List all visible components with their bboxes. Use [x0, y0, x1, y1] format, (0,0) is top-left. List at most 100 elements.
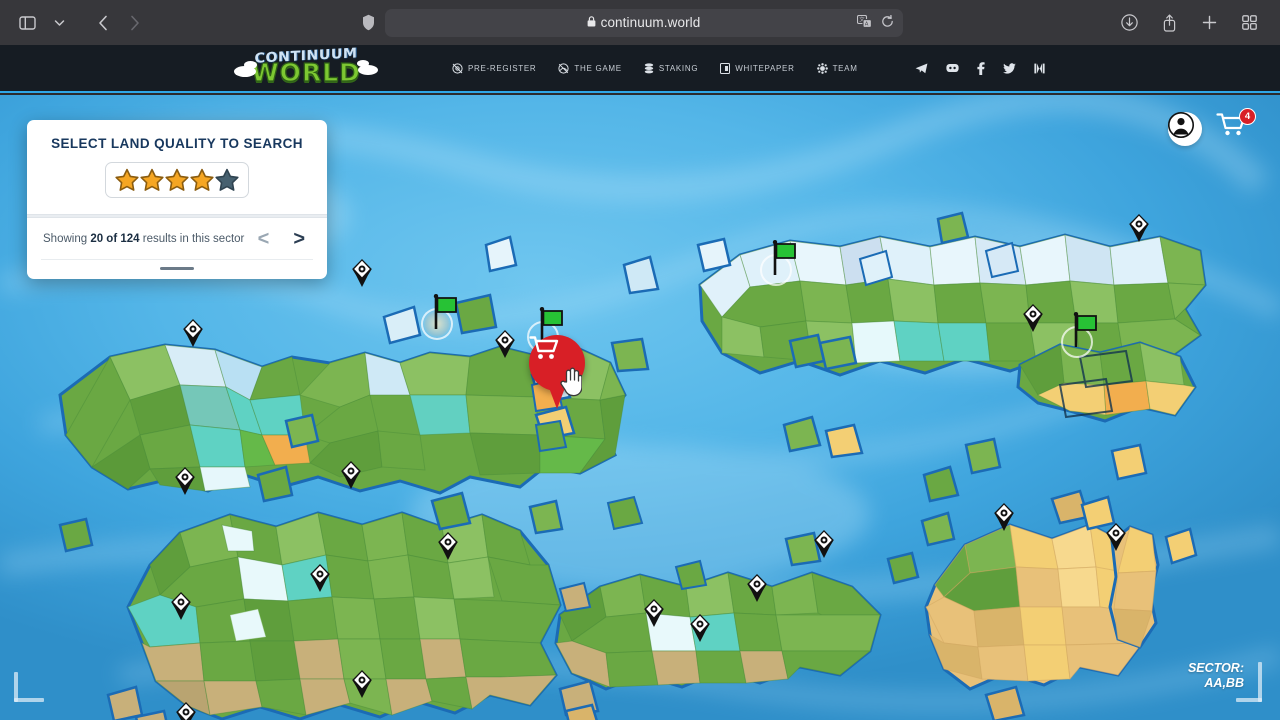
- medium-icon[interactable]: [1034, 63, 1045, 74]
- nav-label: WHITEPAPER: [735, 63, 795, 73]
- user-avatar-button[interactable]: [1168, 112, 1202, 146]
- browser-nav-controls: [0, 9, 150, 37]
- map-pin-icon: [310, 564, 330, 592]
- land-plot-pin[interactable]: [340, 460, 362, 490]
- tab-overview-button[interactable]: [1234, 9, 1264, 37]
- the-game-icon: [558, 62, 570, 74]
- star-filled-icon[interactable]: [190, 168, 214, 192]
- results-count: 20 of 124: [90, 233, 140, 245]
- facebook-icon[interactable]: [977, 61, 985, 75]
- map-pin-icon: [176, 702, 196, 720]
- privacy-shield-icon[interactable]: [362, 14, 375, 31]
- site-header: CONTINUUM WORLD PRE-REGISTER THE GAME ST…: [0, 45, 1280, 93]
- map-pin-icon: [1106, 523, 1126, 551]
- share-icon[interactable]: [1154, 9, 1184, 37]
- results-pager: < >: [258, 229, 311, 249]
- results-summary: Showing 20 of 124 results in this sector: [43, 233, 258, 245]
- map-pin-icon: [644, 599, 664, 627]
- discord-icon[interactable]: [946, 63, 959, 73]
- reload-icon[interactable]: [881, 14, 894, 31]
- user-avatar-icon: [1168, 112, 1194, 138]
- site-logo[interactable]: CONTINUUM WORLD: [232, 42, 380, 90]
- land-plot-pin[interactable]: [993, 502, 1015, 532]
- nav-label: TEAM: [832, 63, 858, 73]
- nav-label: STAKING: [658, 63, 699, 73]
- land-plot-pin[interactable]: [351, 258, 373, 288]
- browser-toolbar: continuum.world 文A: [0, 0, 1280, 45]
- sector-label: SECTOR: AA,BB: [1188, 661, 1244, 692]
- map-pin-icon: [1023, 304, 1043, 332]
- land-plot-pin[interactable]: [813, 529, 835, 559]
- star-filled-icon[interactable]: [140, 168, 164, 192]
- social-links: [915, 61, 1045, 75]
- sector-label-value: AA,BB: [1204, 676, 1244, 691]
- new-tab-button[interactable]: [1194, 9, 1224, 37]
- twitter-icon[interactable]: [1003, 62, 1016, 74]
- forward-button[interactable]: [120, 9, 150, 37]
- map-pin-icon: [1129, 214, 1149, 242]
- results-prefix: Showing: [43, 233, 91, 245]
- results-suffix: results in this sector: [139, 233, 245, 245]
- land-plot-pin[interactable]: [182, 318, 204, 348]
- sector-label-title: SECTOR:: [1187, 660, 1244, 675]
- address-bar-actions: 文A: [856, 14, 894, 31]
- cart-button[interactable]: 4: [1216, 108, 1256, 146]
- map-pin-icon: [175, 467, 195, 495]
- map-pin-icon: [352, 259, 372, 287]
- nav-item-pre-register[interactable]: PRE-REGISTER: [452, 62, 537, 74]
- land-plot-pin[interactable]: [1105, 522, 1127, 552]
- star-filled-icon[interactable]: [165, 168, 189, 192]
- land-plot-pin[interactable]: [746, 573, 768, 603]
- cart-count-badge: 4: [1239, 108, 1256, 125]
- land-plot-pin[interactable]: [175, 701, 197, 720]
- map-pin-icon: [352, 670, 372, 698]
- translate-icon[interactable]: 文A: [856, 14, 872, 31]
- land-plot-pin[interactable]: [170, 591, 192, 621]
- address-bar[interactable]: continuum.world 文A: [384, 8, 903, 37]
- downloads-icon[interactable]: [1114, 9, 1144, 37]
- panel-resize-handle[interactable]: [160, 267, 194, 270]
- land-plot-pin[interactable]: [351, 669, 373, 699]
- land-plot-pin[interactable]: [174, 466, 196, 496]
- url-display: continuum.world: [385, 15, 903, 30]
- owned-plot-flag[interactable]: [433, 294, 461, 329]
- nav-item-whitepaper[interactable]: WHITEPAPER: [720, 62, 795, 74]
- lock-icon: [587, 15, 596, 30]
- land-plot-pin[interactable]: [689, 613, 711, 643]
- land-plot-pin[interactable]: [643, 598, 665, 628]
- telegram-icon[interactable]: [915, 63, 928, 74]
- land-plot-pin[interactable]: [494, 329, 516, 359]
- map-pin-icon: [690, 614, 710, 642]
- star-rating-selector[interactable]: [105, 162, 249, 198]
- map-pin-icon: [495, 330, 515, 358]
- staking-icon: [644, 62, 654, 74]
- cart-pin-circle: [529, 335, 585, 391]
- sidebar-toggle-button[interactable]: [12, 9, 42, 37]
- nav-item-team[interactable]: TEAM: [816, 62, 858, 74]
- star-empty-icon[interactable]: [215, 168, 239, 192]
- prev-page-button[interactable]: <: [258, 229, 270, 249]
- map-pin-icon: [994, 503, 1014, 531]
- star-filled-icon[interactable]: [115, 168, 139, 192]
- land-plot-pin[interactable]: [309, 563, 331, 593]
- land-plot-pin[interactable]: [437, 531, 459, 561]
- back-button[interactable]: [88, 9, 118, 37]
- pre-register-icon: [452, 62, 463, 74]
- selected-plot-cart-pin[interactable]: [529, 335, 585, 409]
- land-plot-pin[interactable]: [1022, 303, 1044, 333]
- owned-plot-flag[interactable]: [1073, 312, 1101, 347]
- nav-item-staking[interactable]: STAKING: [644, 62, 699, 74]
- flag-icon: [772, 240, 796, 275]
- flag-icon: [433, 294, 457, 329]
- map-pin-icon: [183, 319, 203, 347]
- land-plot-pin[interactable]: [1128, 213, 1150, 243]
- chevron-down-icon[interactable]: [44, 9, 74, 37]
- panel-results-row: Showing 20 of 124 results in this sector…: [27, 218, 327, 255]
- nav-item-the-game[interactable]: THE GAME: [558, 62, 621, 74]
- next-page-button[interactable]: >: [293, 229, 305, 249]
- address-bar-area: continuum.world 文A: [150, 8, 1114, 37]
- svg-text:A: A: [864, 21, 868, 27]
- nav-label: PRE-REGISTER: [468, 63, 537, 73]
- owned-plot-flag[interactable]: [772, 240, 800, 275]
- land-quality-search-panel[interactable]: SELECT LAND QUALITY TO SEARCH Showing 20…: [27, 120, 327, 279]
